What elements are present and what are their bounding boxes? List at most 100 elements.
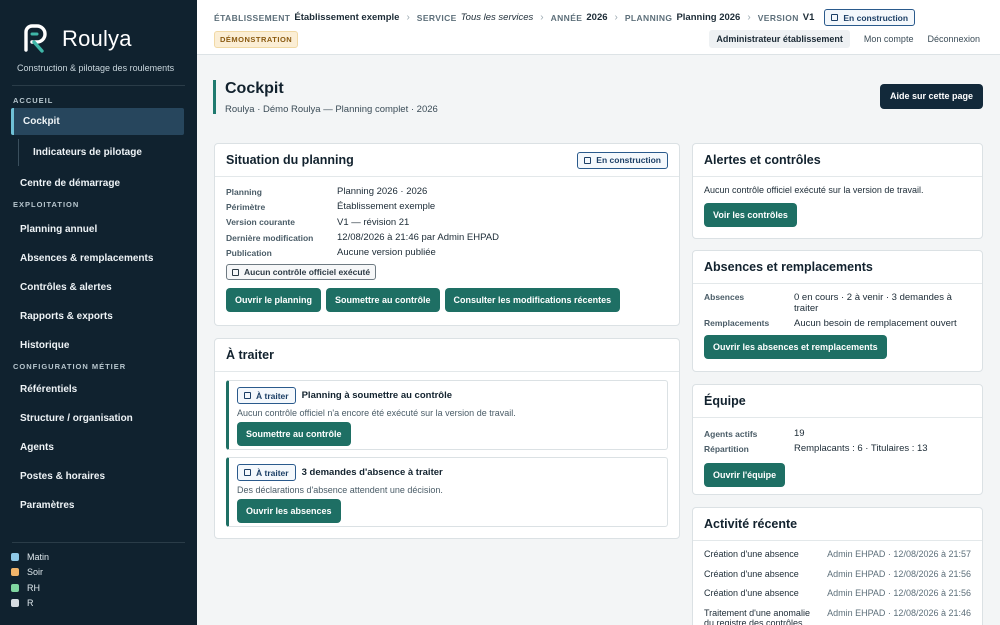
sidebar-item-agents[interactable]: Agents — [0, 433, 197, 462]
alerts-text: Aucun contrôle officiel exécuté sur la v… — [704, 185, 924, 195]
status-badge: En construction — [577, 151, 668, 169]
sidebar-item-indicateurs[interactable]: Indicateurs de pilotage — [18, 139, 197, 166]
sidebar-item-cockpit[interactable]: Cockpit — [11, 108, 184, 135]
card-header: Équipe — [693, 385, 982, 418]
legend-swatch — [11, 568, 19, 577]
square-icon — [831, 14, 839, 21]
status-badge: En construction — [824, 9, 916, 26]
logout-link[interactable]: Déconnexion — [927, 34, 980, 44]
activity-row: Création d'une absence Admin EHPAD · 12/0… — [704, 568, 971, 579]
sidebar-divider-bottom — [12, 542, 185, 543]
todo-card: À traiter À traiter Planning à soumettre… — [214, 338, 680, 539]
recent-changes-button[interactable]: Consulter les modifications récentes — [444, 288, 621, 313]
absences-card: Absences et remplacements Absences 0 en c… — [692, 250, 983, 372]
sidebar-item-rapports[interactable]: Rapports & exports — [0, 302, 197, 331]
alerts-card: Alertes et contrôles Aucun contrôle offi… — [692, 143, 983, 239]
legend-swatch — [11, 552, 19, 561]
detail-row: Dernière modification 12/08/2026 à 21:46 … — [226, 232, 499, 244]
square-icon — [584, 156, 592, 164]
activity-row: Traitement d'une anomalie du registre de… — [704, 607, 971, 625]
legend-swatch — [11, 599, 19, 608]
detail-row: Absences 0 en cours · 2 à venir · 3 deman… — [704, 292, 952, 314]
todo-badge: À traiter — [237, 387, 296, 404]
legend-item-rh: RH — [11, 580, 49, 596]
situation-card: Situation du planning En construction Pl… — [214, 143, 680, 326]
card-title: Absences et remplacements — [704, 260, 873, 274]
page-header: Cockpit Roulya · Démo Roulya — Planning … — [213, 80, 438, 115]
crumb-planning-value[interactable]: Planning 2026 — [676, 12, 740, 23]
card-title: Activité récente — [704, 517, 798, 531]
card-header: Activité récente — [693, 508, 982, 541]
sidebar-item-referentiels[interactable]: Référentiels — [0, 375, 197, 404]
control-badge: Aucun contrôle officiel exécuté — [226, 264, 377, 281]
activity-list: Création d'une absence Admin EHPAD · 12/0… — [693, 541, 982, 625]
sidebar-item-structure[interactable]: Structure / organisation — [0, 404, 197, 433]
todo-badge: À traiter — [237, 464, 296, 481]
card-header: À traiter — [215, 339, 679, 372]
detail-row: Agents actifs 19 — [704, 428, 805, 440]
sidebar-item-postes[interactable]: Postes & horaires — [0, 462, 197, 491]
legend-swatch — [11, 583, 19, 592]
page-title: Cockpit — [225, 80, 284, 97]
app-tagline: Construction & pilotage des roulements — [17, 63, 175, 73]
open-planning-button[interactable]: Ouvrir le planning — [226, 288, 322, 313]
detail-row: Version courante V1 — révision 21 — [226, 216, 410, 228]
help-button[interactable]: Aide sur cette page — [879, 84, 983, 109]
logo[interactable]: Roulya — [0, 0, 197, 56]
role-link[interactable]: Administrateur établissement — [709, 30, 850, 48]
crumb-version-label: VERSION — [757, 12, 799, 23]
card-title: Situation du planning — [226, 153, 354, 167]
activity-card: Activité récente Création d'une absence A… — [692, 507, 983, 625]
crumb-separator: › — [540, 12, 544, 23]
card-header: Absences et remplacements — [693, 251, 982, 284]
sidebar: Roulya Construction & pilotage des roule… — [0, 0, 197, 625]
section-exploitation: EXPLOITATION — [13, 200, 80, 209]
submit-control-button[interactable]: Soumettre au contrôle — [326, 288, 440, 313]
open-absences-replacements-button[interactable]: Ouvrir les absences et remplacements — [704, 335, 887, 359]
task-title: 3 demandes d'absence à traiter — [301, 467, 443, 478]
roulya-logo-icon — [24, 24, 47, 53]
topbar: ÉTABLISSEMENT Établissement exemple › SE… — [197, 0, 1000, 55]
crumb-planning-label: PLANNING — [624, 12, 673, 23]
task-open-absences-button[interactable]: Ouvrir les absences — [237, 499, 341, 523]
card-title: Alertes et contrôles — [704, 153, 821, 167]
demo-badge: DÉMONSTRATION — [214, 31, 299, 48]
crumb-service-value[interactable]: Tous les services — [461, 12, 534, 23]
square-icon — [232, 268, 239, 276]
team-card: Équipe Agents actifs 19 Répartition Rempla… — [692, 384, 983, 495]
sidebar-item-historique[interactable]: Historique — [0, 331, 197, 360]
task-description: Aucun contrôle officiel n'a encore été e… — [237, 408, 516, 418]
detail-row: Publication Aucune version publiée — [226, 247, 436, 259]
top-links: Administrateur établissement Mon compte … — [709, 30, 980, 48]
crumb-annee-value[interactable]: 2026 — [586, 12, 607, 23]
open-team-button[interactable]: Ouvrir l'équipe — [704, 462, 786, 487]
legend-item-matin: Matin — [11, 549, 49, 565]
sidebar-item-planning[interactable]: Planning annuel — [0, 215, 197, 244]
card-title: À traiter — [226, 348, 274, 362]
crumb-etab-label: ÉTABLISSEMENT — [214, 12, 291, 23]
breadcrumb: ÉTABLISSEMENT Établissement exemple › SE… — [214, 9, 916, 26]
card-header: Alertes et contrôles — [693, 144, 982, 177]
crumb-service-label: SERVICE — [416, 12, 457, 23]
section-configuration: CONFIGURATION MÉTIER — [13, 362, 127, 371]
page-subtitle: Roulya · Démo Roulya — Planning complet … — [225, 104, 438, 115]
view-controls-button[interactable]: Voir les contrôles — [704, 203, 797, 227]
app-name: Roulya — [62, 26, 132, 51]
crumb-version-value[interactable]: V1 — [803, 12, 815, 23]
square-icon — [244, 469, 251, 476]
crumb-etab-value[interactable]: Établissement exemple — [294, 12, 399, 23]
account-link[interactable]: Mon compte — [864, 34, 914, 44]
sidebar-item-parametres[interactable]: Paramètres — [0, 491, 197, 520]
legend-item-r: R — [11, 596, 49, 612]
sidebar-item-centre[interactable]: Centre de démarrage — [0, 170, 197, 197]
task-submit-button[interactable]: Soumettre au contrôle — [237, 422, 351, 446]
activity-row: Création d'une absence Admin EHPAD · 12/0… — [704, 588, 971, 598]
sidebar-item-absences[interactable]: Absences & remplacements — [0, 244, 197, 273]
crumb-separator: › — [406, 12, 410, 23]
task-description: Des déclarations d'absence attendent une… — [237, 485, 443, 495]
section-accueil: ACCUEIL — [13, 96, 54, 105]
detail-row: Planning Planning 2026 · 2026 — [226, 186, 428, 198]
detail-row: Répartition Remplacants : 6 · Titulaires … — [704, 443, 928, 455]
sidebar-item-controles[interactable]: Contrôles & alertes — [0, 273, 197, 302]
legend-item-soir: Soir — [11, 565, 49, 581]
